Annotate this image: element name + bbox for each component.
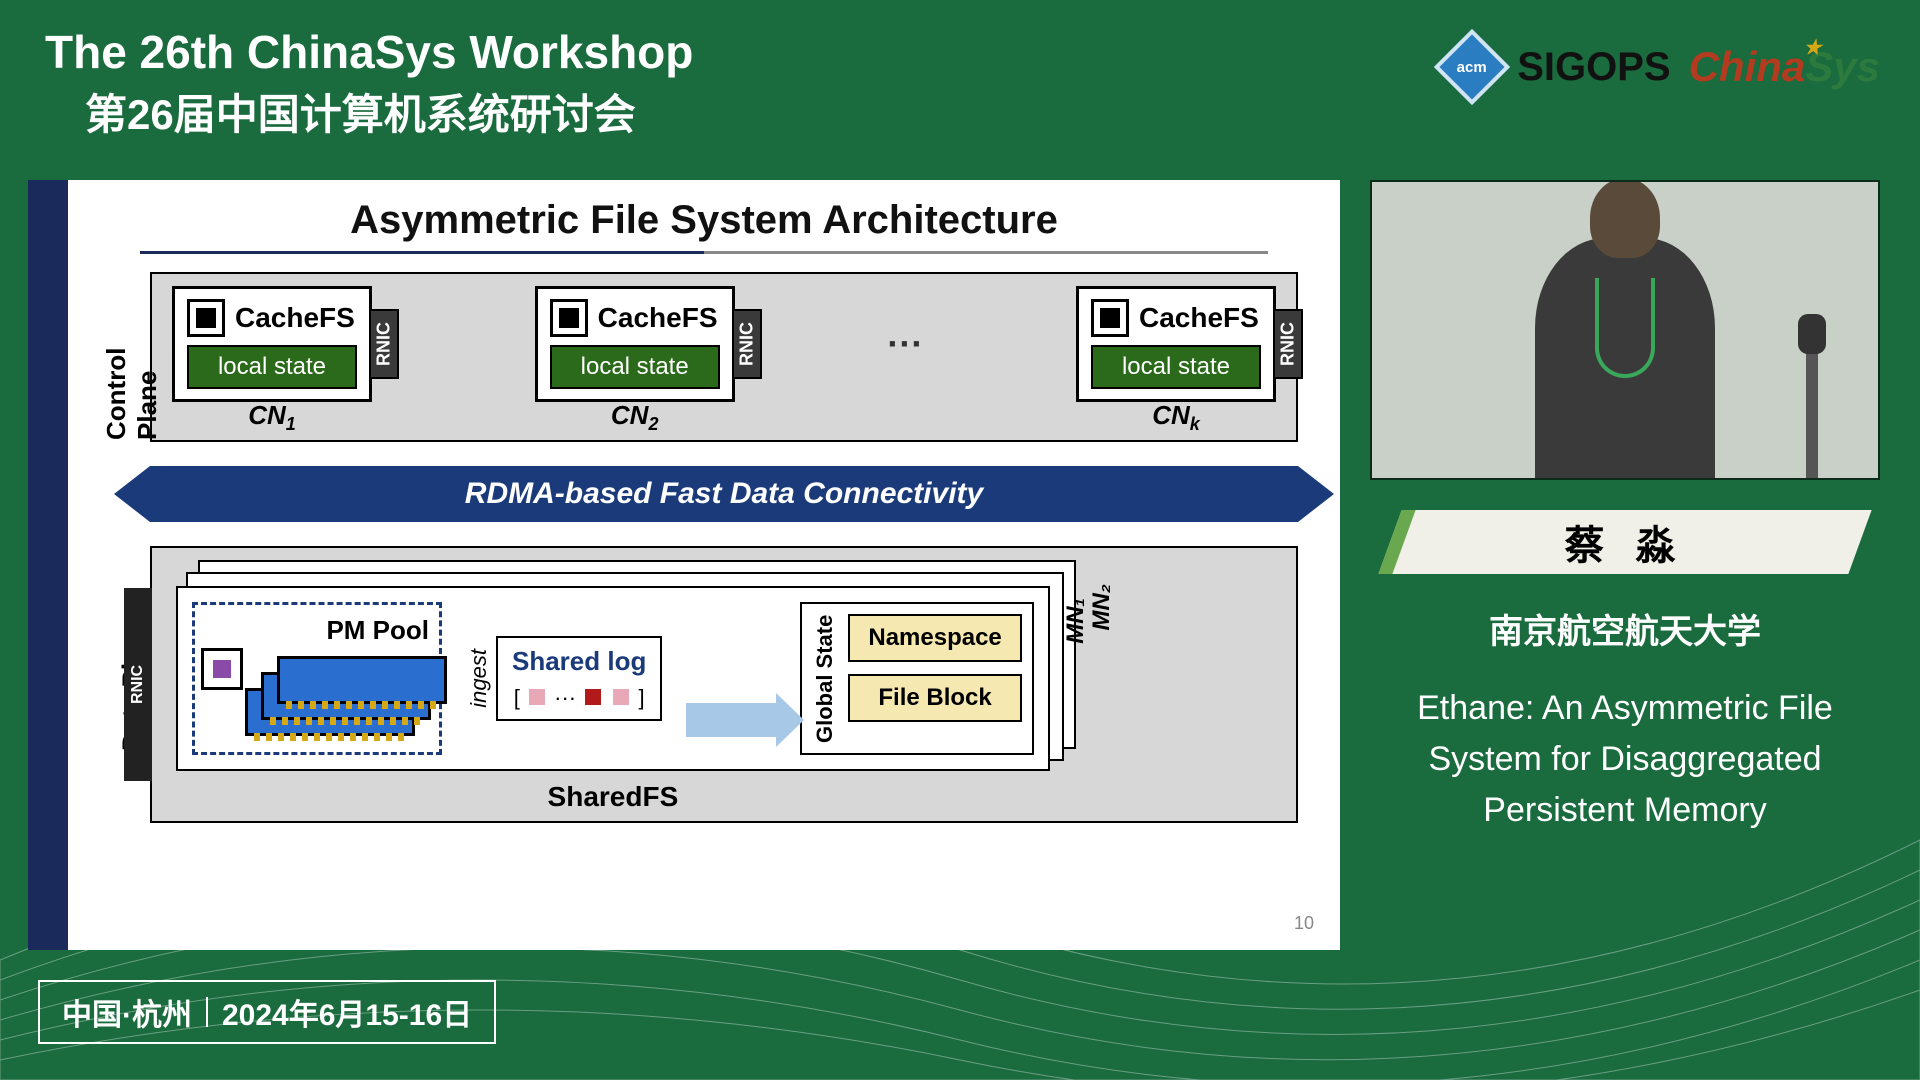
logo-row: acm SIGOPS ★ ChinaSys (1445, 40, 1880, 94)
mn2-label: MN₂ (1088, 584, 1116, 630)
microphone-icon (1806, 338, 1818, 478)
speaker-panel: 蔡 淼 南京航空航天大学 Ethane: An Asymmetric File … (1370, 180, 1880, 950)
cn-label-2: CN2 (611, 400, 659, 435)
speaker-name: 蔡 淼 (1564, 513, 1685, 571)
file-block-box: File Block (848, 674, 1021, 722)
rnic-label: RNIC (124, 588, 152, 781)
control-plane: Control Plane CacheFS local state RNIC C… (150, 272, 1298, 442)
compute-node-1: CacheFS local state RNIC CN1 (172, 286, 372, 402)
pm-pool: PM Pool (192, 602, 442, 755)
sharedfs-label: SharedFS (548, 781, 679, 813)
mn1-label: MN₁ (1062, 598, 1090, 644)
footer-location-date: 中国·杭州 2024年6月15-16日 (38, 980, 496, 1044)
local-state-box: local state (187, 345, 357, 389)
talk-title: Ethane: An Asymmetric File System for Di… (1370, 683, 1880, 836)
cpu-icon (1091, 299, 1129, 337)
namespace-box: Namespace (848, 614, 1021, 662)
speaker-silhouette-icon (1535, 238, 1715, 478)
dimm-stack-icon (205, 652, 429, 742)
cachefs-label: CacheFS (235, 302, 355, 334)
acm-logo-icon: acm (1434, 29, 1510, 105)
cpu-icon (550, 299, 588, 337)
global-state-label: Global State (812, 614, 838, 743)
speaker-video (1370, 180, 1880, 480)
cachefs-label: CacheFS (1139, 302, 1259, 334)
data-plane: Data Plane RNIC MN₁ MN₂ PM Pool ingest (150, 546, 1298, 823)
pm-pool-label: PM Pool (205, 615, 429, 646)
chip-icon (201, 648, 243, 690)
control-plane-label: Control Plane (112, 274, 152, 440)
compute-node-2: CacheFS local state RNIC CN2 (535, 286, 735, 402)
footer-location: 中国·杭州 (62, 990, 192, 1034)
event-title-en: The 26th ChinaSys Workshop (45, 25, 693, 79)
local-state-box: local state (1091, 345, 1261, 389)
slide-divider (140, 251, 1268, 254)
ingest-label: ingest (466, 649, 492, 708)
local-state-box: local state (550, 345, 720, 389)
rnic-label: RNIC (369, 309, 399, 379)
cpu-icon (187, 299, 225, 337)
ingest-arrow-icon (686, 703, 776, 737)
memory-node-stack: MN₁ MN₂ PM Pool ingest Shared log (176, 586, 1050, 771)
rdma-label: RDMA-based Fast Data Connectivity (465, 477, 983, 511)
log-entries-icon: [ ··· ] (512, 685, 646, 711)
rdma-arrow: RDMA-based Fast Data Connectivity (150, 466, 1298, 522)
ellipsis: ··· (887, 323, 923, 365)
sigops-logo: SIGOPS (1517, 45, 1670, 90)
compute-node-k: CacheFS local state RNIC CNk (1076, 286, 1276, 402)
rnic-label: RNIC (1273, 309, 1303, 379)
shared-log-box: Shared log [ ··· ] (496, 636, 662, 721)
presentation-slide: Asymmetric File System Architecture Cont… (28, 180, 1340, 950)
speaker-affiliation: 南京航空航天大学 (1370, 604, 1880, 653)
chinasys-logo: ★ ChinaSys (1689, 43, 1880, 91)
event-title-zh: 第26届中国计算机系统研讨会 (85, 81, 693, 142)
slide-page-number: 10 (1294, 913, 1314, 934)
shared-log-label: Shared log (512, 646, 646, 677)
cachefs-label: CacheFS (598, 302, 718, 334)
rnic-label: RNIC (732, 309, 762, 379)
cn-label-k: CNk (1152, 400, 1200, 435)
footer-date: 2024年6月15-16日 (222, 990, 472, 1034)
event-header: The 26th ChinaSys Workshop 第26届中国计算机系统研讨… (45, 25, 693, 142)
speaker-name-banner: 蔡 淼 (1370, 510, 1880, 574)
slide-title: Asymmetric File System Architecture (110, 198, 1298, 243)
global-state-box: Global State Namespace File Block (800, 602, 1033, 755)
ingest-column: ingest Shared log [ ··· ] (466, 602, 662, 755)
cn-label-1: CN1 (248, 400, 296, 435)
